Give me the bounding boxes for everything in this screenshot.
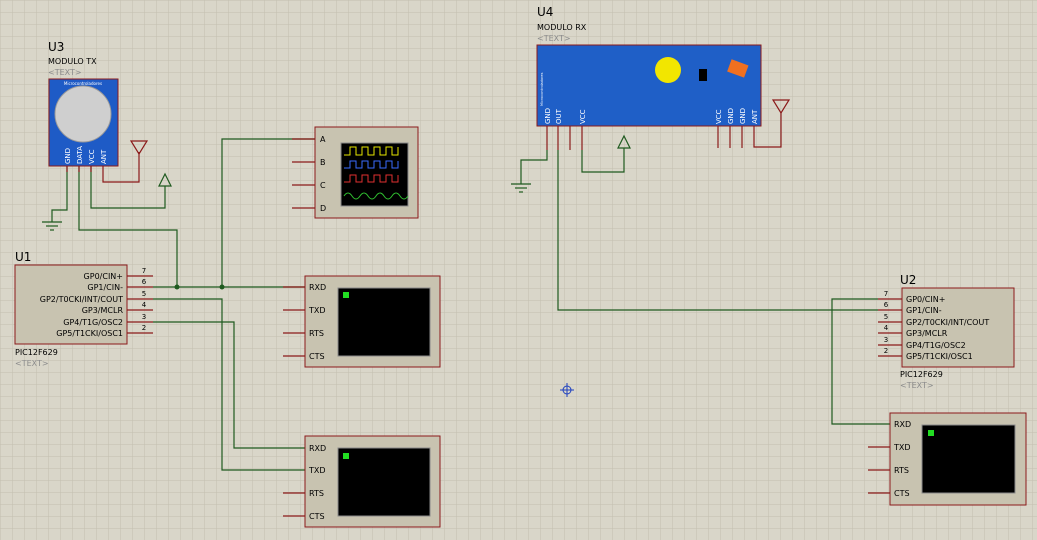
terminal2-pin-txd: TXD [308,466,326,475]
terminal3-pin-cts: CTS [894,489,910,498]
virtual-terminal-3[interactable]: RXD TXD RTS CTS [868,412,1027,506]
terminal3-screen [921,424,1016,494]
u4-name: MODULO RX [537,23,587,32]
scope-channel-c: C [320,181,326,190]
u1-part: PIC12F629 [15,348,58,357]
u1-pin-num: 3 [142,313,146,321]
u4-crystal-icon [655,57,681,83]
u4-pin-gnd2: GND [727,108,735,124]
u4-pin-gnd: GND [544,108,552,124]
u4-pin-vcc: VCC [579,109,587,124]
schematic-sheet[interactable]: U3 MODULO TX <TEXT> Microcontroladores G… [0,0,1037,540]
u2-pin-label: GP2/T0CKI/INT/COUT [906,318,989,327]
u1-pin-num: 6 [142,278,147,286]
scope-channel-a: A [320,135,326,144]
terminal2-pin-rxd: RXD [309,444,326,453]
u4-pin-out: OUT [555,108,563,124]
u4-pin-gnd3: GND [739,108,747,124]
u2-part: PIC12F629 [900,370,943,379]
u3-pin-data: DATA [76,146,84,164]
u3-sensor-dome [54,85,112,143]
u1-pin-label: GP0/CIN+ [84,272,123,281]
terminal1-cursor [343,292,349,298]
terminal2-pin-cts: CTS [309,512,325,521]
terminal1-screen [337,287,431,357]
u1-pin-label: GP2/T0CKI/INT/COUT [40,295,123,304]
u3-pin-vcc: VCC [88,149,96,164]
junction-dot [219,284,225,290]
u3-board-label: Microcontroladores [64,81,102,86]
u4-ref: U4 [537,5,553,19]
u1-pin-num: 5 [142,290,146,298]
u4-text-placeholder: <TEXT> [537,34,571,43]
u4-chip-icon [699,69,707,81]
u1-ref: U1 [15,250,31,264]
u3-pin-ant: ANT [100,149,108,164]
u2-pin-label: GP1/CIN- [906,306,942,315]
u1-pin-label: GP1/CIN- [87,283,123,292]
u2-pin-label: GP5/T1CKI/OSC1 [906,352,973,361]
u4-side-label: Microcontroladores [540,72,544,106]
u2-text-placeholder: <TEXT> [900,381,934,390]
u2-pin-num: 2 [884,347,888,355]
u2-pin-num: 4 [884,324,889,332]
terminal1-pin-rts: RTS [309,329,324,338]
terminal3-pin-txd: TXD [893,443,911,452]
u3-ref: U3 [48,40,64,54]
u2-pin-label: GP3/MCLR [906,329,948,338]
u3-pin-gnd: GND [64,148,72,164]
u3-text-placeholder: <TEXT> [48,68,82,77]
u1-text-placeholder: <TEXT> [15,359,49,368]
terminal2-cursor [343,453,349,459]
terminal1-pin-cts: CTS [309,352,325,361]
junction-dot [174,284,180,290]
u2-pin-num: 7 [884,290,888,298]
u2-pin-num: 3 [884,336,888,344]
u1-pin-num: 7 [142,267,146,275]
u2-pin-num: 6 [884,301,889,309]
schematic-canvas[interactable]: U3 MODULO TX <TEXT> Microcontroladores G… [0,0,1037,540]
terminal2-pin-rts: RTS [309,489,324,498]
terminal2-screen [337,447,431,517]
u4-pin-vcc2: VCC [715,109,723,124]
u3-name: MODULO TX [48,57,97,66]
u2-pin-num: 5 [884,313,888,321]
u1-pin-num: 2 [142,324,146,332]
u4-pin-ant: ANT [751,109,759,124]
virtual-terminal-2[interactable]: RXD TXD RTS CTS [283,435,441,528]
u1-pin-num: 4 [142,301,147,309]
grid-background [0,0,1037,540]
scope-channel-d: D [320,204,326,213]
u1-pin-label: GP5/T1CKI/OSC1 [56,329,123,338]
terminal3-cursor [928,430,934,436]
terminal3-pin-rxd: RXD [894,420,911,429]
terminal1-pin-txd: TXD [308,306,326,315]
u2-ref: U2 [900,273,916,287]
u1-pin-label: GP3/MCLR [82,306,124,315]
scope-channel-b: B [320,158,326,167]
terminal1-pin-rxd: RXD [309,283,326,292]
u2-pin-label: GP0/CIN+ [906,295,945,304]
u1-pin-label: GP4/T1G/OSC2 [63,318,123,327]
virtual-terminal-1[interactable]: RXD TXD RTS CTS [283,275,441,368]
u2-pin-label: GP4/T1G/OSC2 [906,341,966,350]
terminal3-pin-rts: RTS [894,466,909,475]
